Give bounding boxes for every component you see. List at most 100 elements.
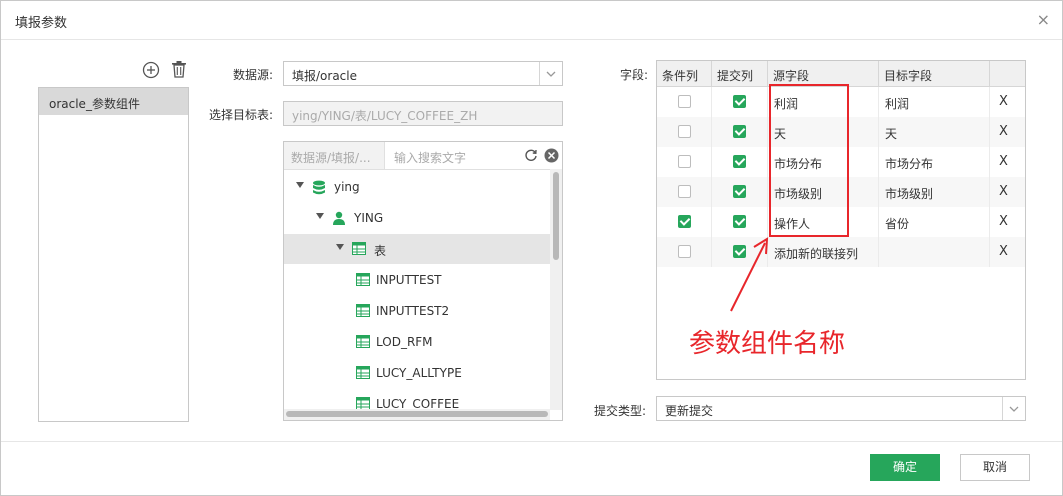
submit-type-label: 提交类型: — [594, 404, 647, 418]
target-field-cell[interactable]: 市场级别 — [879, 177, 990, 207]
submit-checkbox[interactable] — [733, 215, 746, 228]
delete-row-button[interactable]: X — [999, 124, 1008, 139]
table-icon — [356, 304, 370, 320]
refresh-icon[interactable] — [524, 148, 538, 165]
dialog-title: 填报参数 — [15, 16, 68, 31]
header-submit: 提交列 — [712, 61, 768, 87]
tree-node-label: YING — [354, 211, 384, 225]
delete-cell: X — [990, 207, 1025, 237]
tree-search-input[interactable]: 输入搜索文字 — [394, 149, 466, 166]
condition-cell — [657, 177, 712, 207]
submit-type-value: 更新提交 — [665, 404, 714, 418]
tree-node-table[interactable]: INPUTTEST2 — [284, 296, 554, 326]
tree-source-placeholder: 数据源/填报/... — [291, 151, 371, 165]
delete-cell: X — [990, 87, 1025, 117]
expand-arrow-icon[interactable] — [316, 213, 324, 219]
datasource-select[interactable]: 填报/oracle — [283, 61, 563, 86]
annotation-text: 参数组件名称 — [689, 329, 846, 359]
header-actions — [990, 61, 1025, 87]
condition-checkbox[interactable] — [678, 215, 691, 228]
condition-checkbox[interactable] — [678, 155, 691, 168]
header-target-label: 目标字段 — [884, 69, 933, 83]
target-field-cell[interactable]: 市场分布 — [879, 147, 990, 177]
tree-node-label: INPUTTEST2 — [376, 304, 450, 318]
target-table-label: 选择目标表: — [209, 108, 274, 122]
fields-label: 字段: — [620, 68, 649, 82]
condition-checkbox[interactable] — [678, 95, 691, 108]
tree-node-table[interactable]: LOD_RFM — [284, 327, 554, 357]
ok-button[interactable]: 确定 — [870, 454, 940, 481]
delete-row-button[interactable]: X — [999, 214, 1008, 229]
condition-cell — [657, 147, 712, 177]
tree-search-bar: 数据源/填报/... 输入搜索文字 — [284, 142, 562, 170]
fill-params-dialog: 填报参数 × oracle_参数组件 数据源: 填报/oracle 选择目标表:… — [0, 0, 1063, 496]
submit-cell — [712, 87, 768, 117]
expand-arrow-icon[interactable] — [296, 182, 304, 188]
submit-cell — [712, 177, 768, 207]
delete-cell: X — [990, 237, 1025, 267]
source-field-cell[interactable]: 添加新的联接列 — [768, 237, 879, 267]
submit-cell — [712, 147, 768, 177]
list-item[interactable]: oracle_参数组件 — [39, 88, 188, 115]
clear-icon[interactable] — [544, 148, 559, 166]
submit-checkbox[interactable] — [733, 125, 746, 138]
delete-row-button[interactable]: X — [999, 154, 1008, 169]
tree-node-database[interactable]: ying — [284, 172, 554, 202]
submit-cell — [712, 117, 768, 147]
tree-node-table[interactable]: LUCY_ALLTYPE — [284, 358, 554, 388]
cancel-button[interactable]: 取消 — [960, 454, 1030, 481]
trash-icon[interactable] — [170, 60, 188, 81]
target-field-cell[interactable]: 利润 — [879, 87, 990, 117]
target-field-cell[interactable] — [879, 237, 990, 267]
submit-checkbox[interactable] — [733, 155, 746, 168]
condition-cell — [657, 237, 712, 267]
header-source-label: 源字段 — [773, 69, 810, 83]
delete-cell: X — [990, 117, 1025, 147]
target-table-value: ying/YING/表/LUCY_COFFEE_ZH — [292, 109, 478, 123]
condition-cell — [657, 117, 712, 147]
chevron-down-icon[interactable] — [1002, 397, 1025, 420]
header-target: 目标字段 — [879, 61, 990, 87]
close-icon[interactable]: × — [1037, 10, 1050, 29]
header-submit-label: 提交列 — [717, 69, 754, 83]
target-field-text: 市场级别 — [885, 187, 934, 201]
target-field-cell[interactable]: 省份 — [879, 207, 990, 237]
delete-row-button[interactable]: X — [999, 244, 1008, 259]
submit-checkbox[interactable] — [733, 95, 746, 108]
condition-checkbox[interactable] — [678, 185, 691, 198]
datasource-value: 填报/oracle — [292, 69, 357, 83]
table-icon — [356, 366, 370, 382]
horizontal-scrollbar-thumb[interactable] — [286, 411, 548, 417]
target-table-field: ying/YING/表/LUCY_COFFEE_ZH — [283, 101, 563, 126]
component-list: oracle_参数组件 — [38, 87, 189, 422]
table-icon — [356, 335, 370, 351]
condition-checkbox[interactable] — [678, 245, 691, 258]
condition-checkbox[interactable] — [678, 125, 691, 138]
submit-type-select[interactable]: 更新提交 — [656, 396, 1026, 421]
tree-node-table[interactable]: INPUTTEST — [284, 265, 554, 295]
tree-node-label: ying — [334, 180, 360, 194]
add-icon[interactable] — [142, 61, 160, 82]
expand-arrow-icon[interactable] — [336, 244, 344, 250]
tree-source-field: 数据源/填报/... — [284, 142, 385, 169]
submit-cell — [712, 207, 768, 237]
delete-row-button[interactable]: X — [999, 184, 1008, 199]
annotation-arrow — [730, 237, 769, 312]
list-item-label: oracle_参数组件 — [49, 97, 140, 111]
tree-node-label: INPUTTEST — [376, 273, 442, 287]
tree-node-label: LOD_RFM — [376, 335, 433, 349]
chevron-down-icon[interactable] — [539, 62, 562, 85]
annotation-highlight-box — [769, 84, 849, 237]
datasource-label: 数据源: — [233, 68, 274, 82]
tree-node-folder[interactable]: 表 — [284, 234, 554, 264]
tree-node-user[interactable]: YING — [284, 203, 554, 233]
delete-row-button[interactable]: X — [999, 94, 1008, 109]
target-field-text: 市场分布 — [885, 157, 934, 171]
submit-checkbox[interactable] — [733, 185, 746, 198]
vertical-scrollbar-thumb[interactable] — [553, 172, 559, 260]
footer-divider — [1, 441, 1062, 442]
target-field-cell[interactable]: 天 — [879, 117, 990, 147]
delete-cell: X — [990, 147, 1025, 177]
target-field-text: 天 — [885, 127, 898, 141]
table-icon — [356, 273, 370, 289]
